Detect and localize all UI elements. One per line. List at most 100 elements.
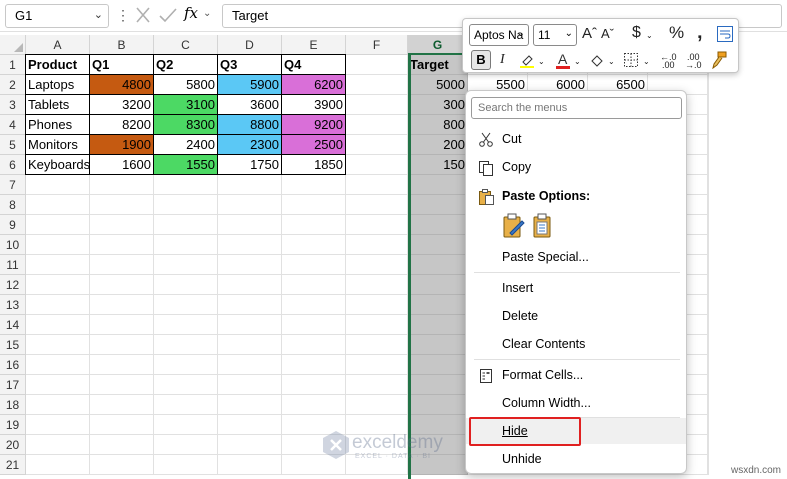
- cell-f6[interactable]: [346, 155, 408, 175]
- cell-d2[interactable]: 5900: [217, 74, 282, 95]
- row-header-15[interactable]: 15: [0, 335, 26, 355]
- cell-g12[interactable]: [408, 275, 468, 295]
- cell-f16[interactable]: [346, 355, 408, 375]
- cell-f4[interactable]: [346, 115, 408, 135]
- cell-b14[interactable]: [90, 315, 154, 335]
- cell-e5[interactable]: 2500: [281, 134, 346, 155]
- column-header-a[interactable]: A: [26, 35, 90, 55]
- cell-l21[interactable]: [708, 455, 709, 475]
- column-header-f[interactable]: F: [346, 35, 408, 55]
- cell-b18[interactable]: [90, 395, 154, 415]
- cell-b4[interactable]: 8200: [89, 114, 154, 135]
- cell-d8[interactable]: [218, 195, 282, 215]
- cell-b8[interactable]: [90, 195, 154, 215]
- cell-l16[interactable]: [708, 355, 709, 375]
- cell-b11[interactable]: [90, 255, 154, 275]
- decrease-font-icon[interactable]: Aˇ: [601, 26, 614, 41]
- cell-d13[interactable]: [218, 295, 282, 315]
- cell-c19[interactable]: [154, 415, 218, 435]
- column-header-c[interactable]: C: [154, 35, 218, 55]
- cell-e16[interactable]: [282, 355, 346, 375]
- cell-g10[interactable]: [408, 235, 468, 255]
- cell-a4[interactable]: Phones: [25, 114, 90, 135]
- cell-f3[interactable]: [346, 95, 408, 115]
- cell-b3[interactable]: 3200: [89, 94, 154, 115]
- row-header-14[interactable]: 14: [0, 315, 26, 335]
- chevron-down-icon[interactable]: ⌄: [608, 57, 615, 66]
- cell-e8[interactable]: [282, 195, 346, 215]
- cell-c16[interactable]: [154, 355, 218, 375]
- cell-l20[interactable]: [708, 435, 709, 455]
- cell-g15[interactable]: [408, 335, 468, 355]
- row-header-20[interactable]: 20: [0, 435, 26, 455]
- cell-a19[interactable]: [26, 415, 90, 435]
- cell-f12[interactable]: [346, 275, 408, 295]
- cell-c8[interactable]: [154, 195, 218, 215]
- cell-l19[interactable]: [708, 415, 709, 435]
- bold-button[interactable]: B: [471, 50, 491, 70]
- menu-item-paste-special[interactable]: Paste Special...: [466, 244, 686, 270]
- cell-g16[interactable]: [408, 355, 468, 375]
- cell-a1[interactable]: Product: [25, 54, 90, 75]
- row-header-18[interactable]: 18: [0, 395, 26, 415]
- row-header-1[interactable]: 1: [0, 55, 26, 75]
- cell-l3[interactable]: [708, 95, 709, 115]
- cell-f7[interactable]: [346, 175, 408, 195]
- cell-l2[interactable]: [708, 75, 709, 95]
- format-painter-icon[interactable]: [710, 51, 728, 69]
- cell-g11[interactable]: [408, 255, 468, 275]
- row-header-21[interactable]: 21: [0, 455, 26, 475]
- row-header-2[interactable]: 2: [0, 75, 26, 95]
- cell-a3[interactable]: Tablets: [25, 94, 90, 115]
- cell-d3[interactable]: 3600: [217, 94, 282, 115]
- cell-b17[interactable]: [90, 375, 154, 395]
- highlight-icon[interactable]: [519, 52, 535, 68]
- cell-g1[interactable]: Target: [408, 55, 468, 75]
- cell-l9[interactable]: [708, 215, 709, 235]
- cell-f14[interactable]: [346, 315, 408, 335]
- cell-a2[interactable]: Laptops: [25, 74, 90, 95]
- row-header-19[interactable]: 19: [0, 415, 26, 435]
- cell-b10[interactable]: [90, 235, 154, 255]
- cell-f9[interactable]: [346, 215, 408, 235]
- cell-l7[interactable]: [708, 175, 709, 195]
- column-header-e[interactable]: E: [282, 35, 346, 55]
- cell-l15[interactable]: [708, 335, 709, 355]
- cell-a12[interactable]: [26, 275, 90, 295]
- chevron-down-icon[interactable]: ⌄: [517, 28, 525, 39]
- cell-c7[interactable]: [154, 175, 218, 195]
- row-header-5[interactable]: 5: [0, 135, 26, 155]
- menu-item-unhide[interactable]: Unhide: [466, 446, 686, 472]
- cell-f13[interactable]: [346, 295, 408, 315]
- cell-l13[interactable]: [708, 295, 709, 315]
- row-header-11[interactable]: 11: [0, 255, 26, 275]
- search-menus-input[interactable]: Search the menus: [471, 97, 682, 119]
- cell-f18[interactable]: [346, 395, 408, 415]
- font-color-icon[interactable]: A: [555, 50, 571, 70]
- row-header-12[interactable]: 12: [0, 275, 26, 295]
- cell-e14[interactable]: [282, 315, 346, 335]
- cell-b16[interactable]: [90, 355, 154, 375]
- cell-d4[interactable]: 8800: [217, 114, 282, 135]
- font-size-box[interactable]: 11 ⌄: [533, 24, 577, 46]
- cell-g6[interactable]: 150: [408, 155, 468, 175]
- cell-l6[interactable]: [708, 155, 709, 175]
- cell-f17[interactable]: [346, 375, 408, 395]
- cell-d7[interactable]: [218, 175, 282, 195]
- cell-a21[interactable]: [26, 455, 90, 475]
- cell-b6[interactable]: 1600: [89, 154, 154, 175]
- row-header-10[interactable]: 10: [0, 235, 26, 255]
- cell-g5[interactable]: 200: [408, 135, 468, 155]
- row-header-8[interactable]: 8: [0, 195, 26, 215]
- column-header-g[interactable]: G: [408, 35, 468, 55]
- cell-b20[interactable]: [90, 435, 154, 455]
- cell-c10[interactable]: [154, 235, 218, 255]
- insert-function-button[interactable]: fx: [184, 4, 198, 22]
- menu-item-clear-contents[interactable]: Clear Contents: [466, 331, 686, 357]
- more-options-icon[interactable]: ⋮: [116, 7, 130, 24]
- cell-c3[interactable]: 3100: [153, 94, 218, 115]
- cell-e11[interactable]: [282, 255, 346, 275]
- increase-font-icon[interactable]: Aˆ: [582, 25, 597, 42]
- cell-g17[interactable]: [408, 375, 468, 395]
- cell-d6[interactable]: 1750: [217, 154, 282, 175]
